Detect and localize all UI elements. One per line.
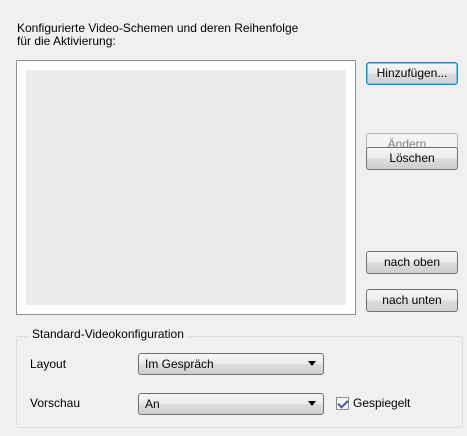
schemes-label-line2: für die Aktivierung:: [17, 34, 116, 48]
chevron-down-icon: [308, 401, 316, 406]
layout-label: Layout: [30, 357, 67, 371]
add-button[interactable]: Hinzufügen...: [366, 62, 458, 85]
preview-label: Vorschau: [30, 396, 81, 410]
layout-select[interactable]: Im Gespräch: [138, 353, 324, 375]
move-up-button[interactable]: nach oben: [366, 251, 458, 274]
mirror-checkbox[interactable]: [336, 397, 349, 410]
schemes-list-area: [26, 70, 346, 305]
move-down-button[interactable]: nach unten: [366, 289, 458, 312]
standard-video-group-title: Standard-Videokonfiguration: [28, 328, 188, 341]
mirror-label[interactable]: Gespiegelt: [353, 397, 410, 410]
chevron-down-icon: [308, 361, 316, 366]
schemes-label: Konfigurierte Video-Schemen und deren Re…: [17, 22, 298, 48]
schemes-list[interactable]: [16, 60, 356, 315]
preview-select[interactable]: An: [138, 393, 324, 415]
preview-select-value: An: [145, 397, 160, 411]
checkmark-icon: [337, 397, 349, 409]
delete-button[interactable]: Löschen: [366, 147, 458, 170]
layout-select-value: Im Gespräch: [145, 357, 214, 371]
